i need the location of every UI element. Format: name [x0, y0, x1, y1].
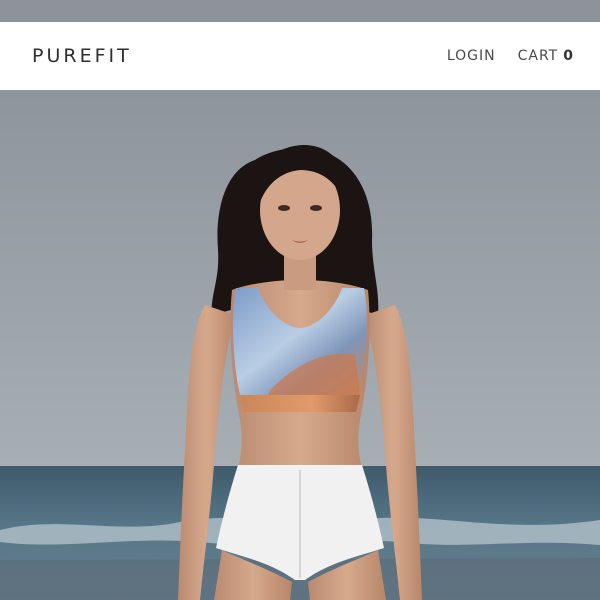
brand-logo[interactable]: PUREFIT — [32, 45, 132, 67]
left-eye — [278, 205, 290, 211]
cart-link[interactable]: CART 0 — [518, 48, 573, 64]
page: PUREFIT LOGIN CART 0 — [0, 0, 600, 600]
site-header: PUREFIT LOGIN CART 0 — [0, 22, 600, 90]
cart-count: 0 — [563, 48, 573, 64]
top-strip — [0, 0, 600, 22]
right-eye — [310, 205, 322, 211]
hero-photo — [0, 90, 600, 600]
hero-image — [0, 90, 600, 600]
login-link[interactable]: LOGIN — [447, 48, 496, 64]
sports-bra-band — [240, 395, 360, 412]
cart-label: CART — [517, 48, 559, 64]
top-nav: LOGIN CART 0 — [447, 48, 573, 64]
